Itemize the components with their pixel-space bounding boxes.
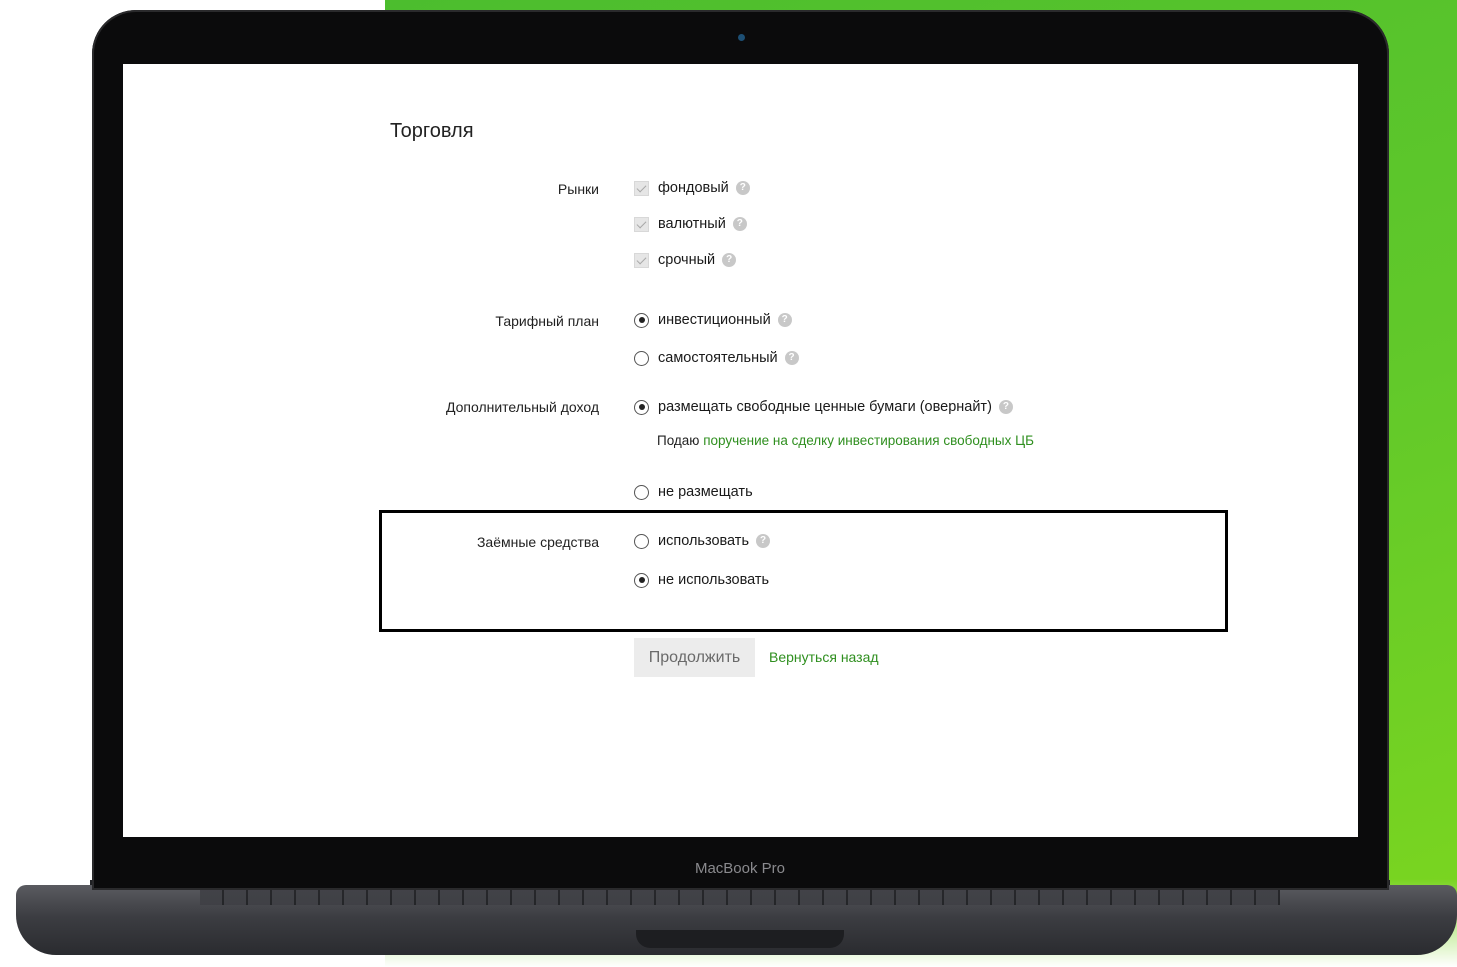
- help-icon[interactable]: ?: [722, 253, 737, 267]
- option-label: фондовый: [658, 180, 729, 196]
- market-option-currency[interactable]: валютный ?: [634, 216, 747, 232]
- radio-unselected[interactable]: [634, 533, 649, 549]
- tariff-option-investment[interactable]: инвестиционный ?: [634, 312, 792, 328]
- option-label: самостоятельный: [658, 350, 778, 366]
- tariff-label: Тарифный план: [495, 313, 599, 329]
- checkbox-checked-disabled[interactable]: [634, 216, 649, 232]
- page-title: Торговля: [390, 120, 474, 142]
- radio-unselected[interactable]: [634, 484, 649, 500]
- option-label: не использовать: [658, 572, 770, 588]
- market-option-futures[interactable]: срочный ?: [634, 252, 737, 268]
- camera-icon: [738, 34, 745, 41]
- option-label: использовать: [658, 533, 749, 549]
- option-label: срочный: [658, 252, 716, 268]
- order-link[interactable]: поручение на сделку инвестирования свобо…: [703, 433, 1034, 448]
- option-label: не размещать: [658, 484, 753, 500]
- help-icon[interactable]: ?: [756, 534, 770, 548]
- help-icon[interactable]: ?: [784, 351, 799, 365]
- note-prefix: Подаю: [657, 433, 704, 448]
- radio-selected[interactable]: [634, 399, 649, 415]
- highlight-frame: [379, 510, 1228, 632]
- borrowed-option-use[interactable]: использовать ?: [634, 533, 770, 549]
- extra-income-option-none[interactable]: не размещать: [634, 484, 753, 500]
- radio-selected[interactable]: [634, 312, 649, 328]
- extra-income-option-place[interactable]: размещать свободные ценные бумаги (оверн…: [634, 399, 1013, 415]
- help-icon[interactable]: ?: [735, 181, 750, 195]
- extra-income-label: Дополнительный доход: [445, 399, 599, 415]
- radio-unselected[interactable]: [634, 350, 649, 366]
- option-label: размещать свободные ценные бумаги (оверн…: [658, 399, 992, 415]
- option-label: инвестиционный: [658, 312, 771, 328]
- checkbox-checked-disabled[interactable]: [634, 252, 649, 268]
- markets-label: Рынки: [557, 181, 599, 197]
- laptop-brand-label: MacBook Pro: [694, 860, 786, 877]
- screen: Торговля Рынки фондовый ? валютный ? сро…: [123, 64, 1358, 837]
- continue-button[interactable]: Продолжить: [634, 638, 755, 677]
- back-link[interactable]: Вернуться назад: [769, 649, 879, 665]
- radio-selected[interactable]: [634, 572, 649, 588]
- borrowed-option-not-use[interactable]: не использовать: [634, 572, 769, 588]
- help-icon[interactable]: ?: [777, 313, 792, 327]
- laptop-notch: [636, 930, 844, 948]
- help-icon[interactable]: ?: [732, 217, 747, 231]
- market-option-stock[interactable]: фондовый ?: [634, 180, 750, 196]
- borrowed-label: Заёмные средства: [476, 534, 599, 550]
- checkbox-checked-disabled[interactable]: [634, 180, 649, 196]
- tariff-option-independent[interactable]: самостоятельный ?: [634, 350, 799, 366]
- option-label: валютный: [658, 216, 726, 232]
- extra-income-note: Подаю поручение на сделку инвестирования…: [657, 431, 1037, 451]
- help-icon[interactable]: ?: [998, 400, 1013, 414]
